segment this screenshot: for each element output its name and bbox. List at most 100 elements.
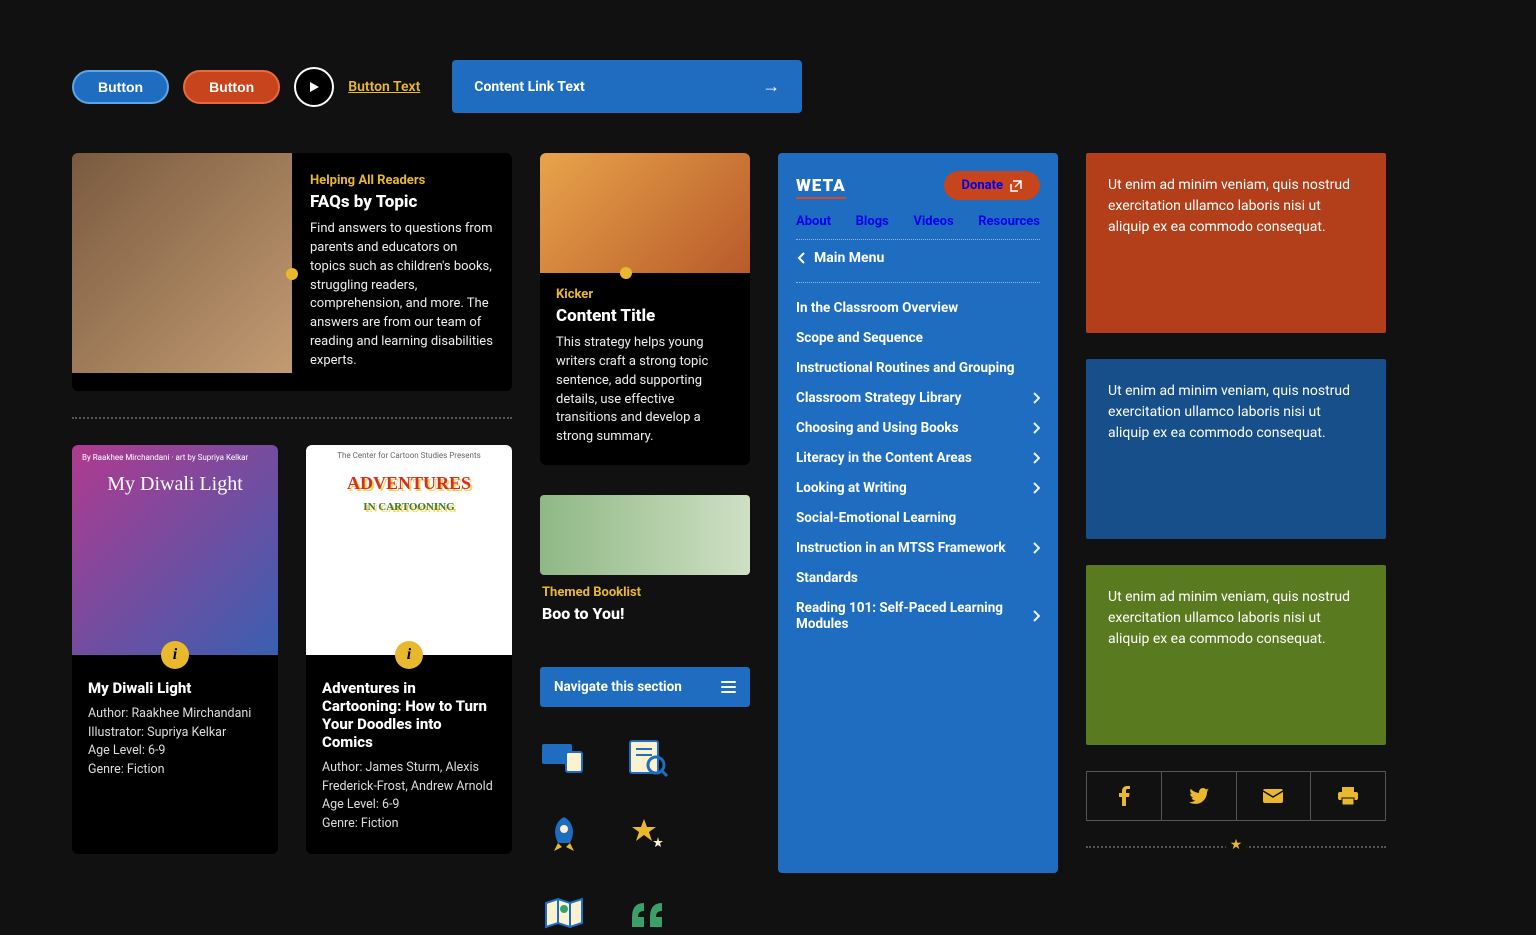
booklist-card[interactable]: Themed Booklist Boo to You! (540, 495, 750, 641)
cover-title: My Diwali Light (72, 473, 278, 496)
share-facebook[interactable] (1087, 772, 1162, 820)
logo: WETA (796, 176, 846, 196)
callout-green: Ut enim ad minim veniam, quis nostrud ex… (1086, 565, 1386, 745)
callout-blue: Ut enim ad minim veniam, quis nostrud ex… (1086, 359, 1386, 539)
share-bar (1086, 771, 1386, 821)
content-link-label: Content Link Text (474, 79, 584, 95)
book-author: Author: James Sturm, Alexis Frederick-Fr… (322, 759, 496, 797)
book-title: My Diwali Light (88, 679, 262, 697)
chevron-left-icon (796, 251, 806, 265)
nav-blogs[interactable]: Blogs (856, 214, 889, 229)
menu-item-label: Reading 101: Self-Paced Learning Modules (796, 600, 1032, 632)
card-title: Content Title (556, 306, 734, 326)
hamburger-icon (721, 681, 736, 693)
menu-divider (796, 282, 1040, 283)
nav-videos[interactable]: Videos (913, 214, 953, 229)
info-icon: i (395, 641, 423, 669)
inline-link[interactable]: Button Text (348, 79, 420, 95)
book-cover: By Raakhee Mirchandani · art by Supriya … (72, 445, 278, 655)
feature-title: FAQs by Topic (310, 192, 494, 212)
nav-resources[interactable]: Resources (978, 214, 1040, 229)
star-divider: ★ (1086, 841, 1386, 853)
booklist-title: Boo to You! (542, 604, 748, 623)
sidebar-menu: WETA Donate About Blogs Videos Resources… (778, 153, 1058, 873)
chevron-right-icon (1032, 392, 1040, 404)
menu-item-label: Instructional Routines and Grouping (796, 360, 1014, 376)
card-kicker: Kicker (556, 287, 734, 302)
menu-item-label: Social-Emotional Learning (796, 510, 956, 526)
book-cover: The Center for Cartoon Studies Presents … (306, 445, 512, 655)
share-email[interactable] (1237, 772, 1312, 820)
share-print[interactable] (1311, 772, 1385, 820)
booklist-kicker: Themed Booklist (542, 585, 748, 600)
book-author: Author: Raakhee Mirchandani (88, 705, 262, 724)
feature-desc: Find answers to questions from parents a… (310, 220, 494, 371)
card-desc: This strategy helps young writers craft … (556, 334, 734, 447)
book-title: Adventures in Cartooning: How to Turn Yo… (322, 679, 496, 751)
donate-button[interactable]: Donate (944, 171, 1040, 200)
menu-item[interactable]: Standards (796, 563, 1040, 593)
menu-item[interactable]: Social-Emotional Learning (796, 503, 1040, 533)
menu-item-label: Standards (796, 570, 858, 586)
facebook-icon (1118, 786, 1130, 806)
chevron-right-icon (1032, 482, 1040, 494)
print-icon (1338, 787, 1358, 805)
play-icon (307, 80, 321, 94)
devices-icon (542, 735, 586, 779)
section-nav-label: Navigate this section (554, 679, 682, 695)
menu-item[interactable]: Looking at Writing (796, 473, 1040, 503)
menu-item-label: Scope and Sequence (796, 330, 923, 346)
book-genre: Genre: Fiction (322, 815, 496, 834)
chevron-right-icon (1032, 452, 1040, 464)
booklist-image (540, 495, 750, 575)
menu-item[interactable]: Instruction in an MTSS Framework (796, 533, 1040, 563)
book-illustrator: Illustrator: Supriya Kelkar (88, 724, 262, 743)
menu-item[interactable]: In the Classroom Overview (796, 293, 1040, 323)
play-icon-button[interactable] (294, 67, 334, 107)
menu-item-label: Instruction in an MTSS Framework (796, 540, 1006, 556)
primary-button[interactable]: Button (72, 70, 169, 104)
divider (72, 417, 512, 419)
feature-kicker: Helping All Readers (310, 173, 494, 188)
star-icon: ★ (1226, 837, 1247, 853)
share-twitter[interactable] (1162, 772, 1237, 820)
menu-item[interactable]: Choosing and Using Books (796, 413, 1040, 443)
chevron-right-icon (1032, 542, 1040, 554)
external-link-icon (1010, 180, 1022, 192)
menu-item[interactable]: Scope and Sequence (796, 323, 1040, 353)
arrow-right-icon: → (762, 76, 780, 97)
map-icon (542, 891, 586, 935)
content-link-bar[interactable]: Content Link Text → (452, 60, 802, 113)
feature-image (72, 153, 292, 373)
menu-item-label: Classroom Strategy Library (796, 390, 961, 406)
strategy-card[interactable]: Kicker Content Title This strategy helps… (540, 153, 750, 465)
info-icon: i (161, 641, 189, 669)
book-genre: Genre: Fiction (88, 761, 262, 780)
menu-item[interactable]: Literacy in the Content Areas (796, 443, 1040, 473)
menu-top-nav: About Blogs Videos Resources (796, 214, 1040, 229)
news-search-icon (626, 735, 670, 779)
menu-item-label: Choosing and Using Books (796, 420, 959, 436)
nav-about[interactable]: About (796, 214, 831, 229)
callout-orange: Ut enim ad minim veniam, quis nostrud ex… (1086, 153, 1386, 333)
cover-title: ADVENTURES IN CARTOONING (306, 473, 512, 515)
chevron-right-icon (1032, 422, 1040, 434)
secondary-button[interactable]: Button (183, 70, 280, 104)
menu-item[interactable]: Classroom Strategy Library (796, 383, 1040, 413)
feature-card[interactable]: Helping All Readers FAQs by Topic Find a… (72, 153, 512, 391)
menu-item[interactable]: Instructional Routines and Grouping (796, 353, 1040, 383)
star-icon (626, 813, 670, 857)
quote-icon (626, 891, 670, 935)
chevron-right-icon (1032, 610, 1040, 622)
rocket-icon (542, 813, 586, 857)
book-age: Age Level: 6-9 (322, 796, 496, 815)
book-age: Age Level: 6-9 (88, 742, 262, 761)
icon-row (540, 735, 750, 935)
email-icon (1263, 789, 1283, 803)
book-card[interactable]: The Center for Cartoon Studies Presents … (306, 445, 512, 854)
section-nav-toggle[interactable]: Navigate this section (540, 667, 750, 707)
menu-item-label: Literacy in the Content Areas (796, 450, 972, 466)
book-card[interactable]: By Raakhee Mirchandani · art by Supriya … (72, 445, 278, 854)
breadcrumb[interactable]: Main Menu (796, 250, 1040, 266)
menu-item[interactable]: Reading 101: Self-Paced Learning Modules (796, 593, 1040, 639)
